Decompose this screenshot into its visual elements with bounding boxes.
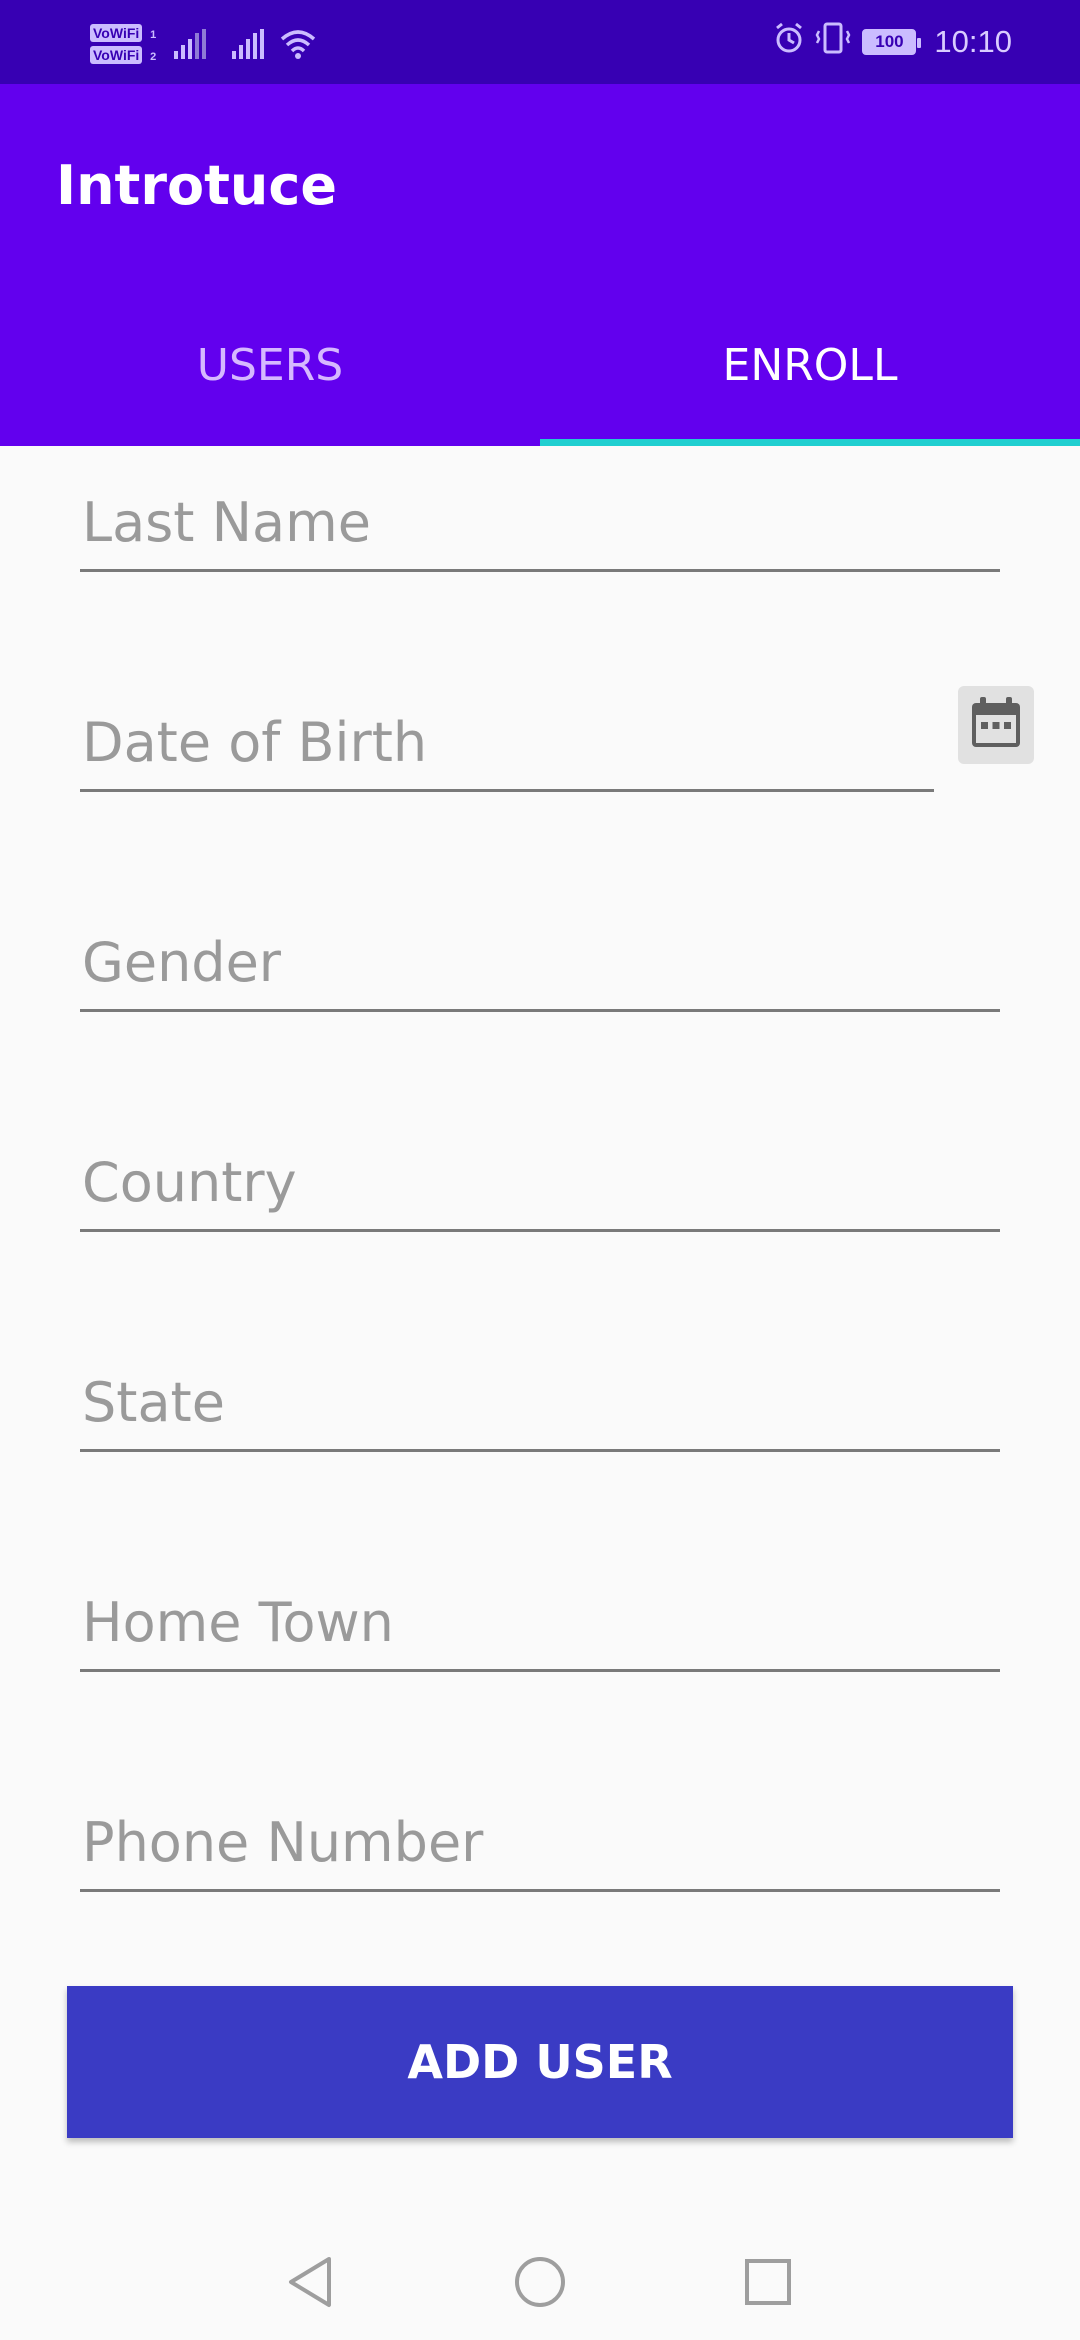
gender-underline bbox=[80, 1009, 1000, 1012]
back-triangle-icon bbox=[285, 2255, 335, 2313]
home-town-placeholder: Home Town bbox=[82, 1591, 394, 1654]
phone-number-underline bbox=[80, 1889, 1000, 1892]
vowifi-2-label: VoWiFi bbox=[93, 47, 140, 63]
signal-1-icon bbox=[174, 29, 208, 59]
state-underline bbox=[80, 1449, 1000, 1452]
phone-number-field[interactable]: Phone Number bbox=[80, 1792, 1000, 1892]
gender-placeholder: Gender bbox=[82, 931, 281, 994]
last-name-underline bbox=[80, 569, 1000, 572]
battery-icon: 100 bbox=[862, 29, 922, 55]
vowifi-2-icon: VoWiFi 2 bbox=[90, 46, 156, 64]
vowifi-1-sub: 1 bbox=[150, 29, 157, 41]
vowifi-indicators: VoWiFi 1 VoWiFi 2 bbox=[90, 24, 156, 64]
home-town-field[interactable]: Home Town bbox=[80, 1572, 1000, 1672]
wifi-icon bbox=[280, 29, 316, 59]
date-of-birth-field[interactable]: Date of Birth bbox=[80, 692, 934, 792]
vibrate-icon bbox=[814, 22, 852, 62]
last-name-placeholder: Last Name bbox=[82, 491, 371, 554]
vowifi-1-label: VoWiFi bbox=[93, 25, 140, 41]
country-underline bbox=[80, 1229, 1000, 1232]
state-field[interactable]: State bbox=[80, 1352, 1000, 1452]
last-name-field[interactable]: Last Name bbox=[80, 472, 1000, 572]
country-field[interactable]: Country bbox=[80, 1132, 1000, 1232]
vowifi-2-sub: 2 bbox=[150, 51, 157, 63]
recents-square-icon bbox=[743, 2257, 793, 2311]
status-bar: VoWiFi 1 VoWiFi 2 100 10:10 bbox=[0, 0, 1080, 84]
tab-bar: USERS ENROLL bbox=[0, 284, 1080, 446]
calendar-icon bbox=[966, 693, 1026, 757]
battery-level: 100 bbox=[875, 32, 904, 51]
add-user-button[interactable]: ADD USER bbox=[67, 1986, 1013, 2138]
home-button[interactable] bbox=[510, 2254, 570, 2314]
recents-button[interactable] bbox=[738, 2254, 798, 2314]
alarm-icon bbox=[774, 22, 804, 62]
status-bar-right: 100 10:10 bbox=[774, 14, 1012, 70]
tab-users[interactable]: USERS bbox=[0, 284, 540, 446]
vowifi-1-icon: VoWiFi 1 bbox=[90, 24, 156, 42]
state-placeholder: State bbox=[82, 1371, 225, 1434]
status-bar-left: VoWiFi 1 VoWiFi 2 bbox=[90, 14, 316, 74]
tab-enroll[interactable]: ENROLL bbox=[540, 284, 1080, 446]
calendar-button[interactable] bbox=[958, 686, 1034, 764]
back-button[interactable] bbox=[280, 2254, 340, 2314]
app-title: Introtuce bbox=[56, 154, 337, 217]
signal-2-icon bbox=[232, 29, 266, 59]
phone-number-placeholder: Phone Number bbox=[82, 1811, 484, 1874]
clock-time: 10:10 bbox=[934, 24, 1012, 59]
date-of-birth-placeholder: Date of Birth bbox=[82, 711, 428, 774]
date-of-birth-underline bbox=[80, 789, 934, 792]
app-bar: Introtuce USERS ENROLL bbox=[0, 84, 1080, 446]
gender-field[interactable]: Gender bbox=[80, 912, 1000, 1012]
home-circle-icon bbox=[513, 2255, 567, 2313]
home-town-underline bbox=[80, 1669, 1000, 1672]
country-placeholder: Country bbox=[82, 1151, 297, 1214]
